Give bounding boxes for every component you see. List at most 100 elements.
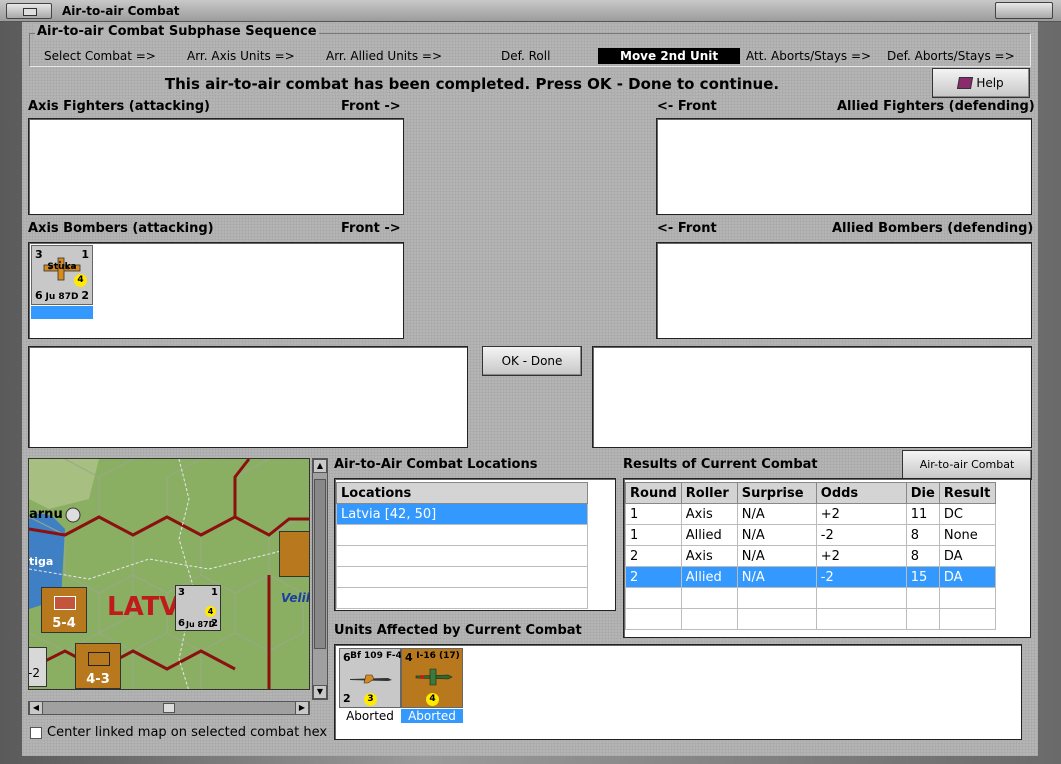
results-table: Round Roller Surprise Odds Die Result 1A… — [625, 482, 996, 630]
locations-header[interactable]: Locations — [336, 482, 588, 504]
affected-unit-i16[interactable]: 4 I-16 (17) 4 — [401, 648, 463, 708]
results-col-odds[interactable]: Odds — [815, 482, 907, 504]
infantry-symbol-icon — [54, 596, 76, 610]
cell-odds: +2 — [815, 503, 907, 525]
infantry-symbol-icon — [88, 652, 110, 666]
map-vertical-scrollbar[interactable]: ▲ ▼ — [312, 458, 328, 700]
air-combat-chart-button[interactable]: Air-to-air Combat Chart — [902, 450, 1032, 499]
results-col-roller[interactable]: Roller — [680, 482, 738, 504]
seq-step-select-combat: Select Combat => — [44, 49, 156, 63]
scroll-down-icon[interactable]: ▼ — [313, 685, 327, 699]
location-row[interactable]: Latvia [42, 50] — [336, 503, 588, 525]
allied-results-text-panel — [592, 346, 1032, 448]
cell-surprise — [736, 608, 817, 630]
map-label-velik: Velik — [281, 591, 309, 605]
map-counter-value: 5-4 — [52, 616, 76, 631]
affected-unit-bf109[interactable]: 6 Bf 109 F-4 2 3 — [339, 648, 402, 708]
cell-result: DA — [938, 566, 996, 588]
map-horizontal-scrollbar[interactable]: ◀ ▶ — [28, 701, 310, 715]
scroll-up-icon[interactable]: ▲ — [313, 459, 327, 473]
unit-circle-value: 4 — [426, 693, 439, 706]
results-row[interactable]: 1 Axis N/A +2 11 DC — [625, 503, 996, 525]
unit-circle-value: 3 — [364, 693, 377, 706]
unit-name: Bf 109 F-4 — [350, 651, 402, 661]
location-row[interactable] — [336, 566, 588, 588]
axis-bomber-unit-counter[interactable]: 3 1 Stuka 4 6 Ju 87D 2 — [31, 245, 93, 305]
map-allied-air-counter[interactable] — [279, 531, 309, 577]
vertical-scroll-thumb[interactable] — [314, 479, 326, 649]
map-label-arnu: arnu — [29, 507, 63, 522]
results-row[interactable]: 2 Axis N/A +2 8 DA — [625, 545, 996, 567]
help-label: Help — [976, 76, 1004, 90]
results-col-result[interactable]: Result — [938, 482, 996, 504]
results-row-selected[interactable]: 2 Allied N/A -2 15 DA — [625, 566, 996, 588]
locations-title: Air-to-Air Combat Locations — [334, 457, 538, 472]
results-list[interactable]: Round Roller Surprise Odds Die Result 1A… — [623, 478, 1031, 638]
results-row[interactable]: 1 Allied N/A -2 8 None — [625, 524, 996, 546]
cell-odds — [815, 608, 907, 630]
results-row[interactable] — [625, 587, 996, 609]
map-counter-value: -2 — [28, 666, 40, 680]
seq-step-arr-allied: Arr. Allied Units => — [326, 49, 443, 63]
axis-fighters-panel[interactable] — [28, 118, 404, 215]
cell-round — [625, 608, 682, 630]
scroll-right-icon[interactable]: ▶ — [295, 701, 309, 715]
map-stuka-counter[interactable]: 3 1 4 6 Ju 87D 2 — [175, 585, 221, 631]
axis-bomber-selection-indicator — [31, 306, 93, 319]
locations-list[interactable]: Locations Latvia [42, 50] — [334, 478, 616, 611]
seq-step-move-2nd-unit: Move 2nd Unit — [598, 48, 741, 64]
map-partial-counter[interactable]: -2 — [28, 647, 47, 687]
help-book-icon — [957, 77, 974, 89]
affected-units-panel[interactable]: 6 Bf 109 F-4 2 3 Aborted 4 I-16 (17) 4 A… — [334, 644, 1022, 740]
location-row[interactable] — [336, 524, 588, 546]
ok-done-button[interactable]: OK - Done — [482, 346, 582, 376]
system-menu-button[interactable] — [6, 3, 52, 19]
axis-results-text-panel — [28, 346, 468, 448]
axis-fighters-label: Axis Fighters (attacking) — [28, 99, 210, 114]
seq-step-arr-axis: Arr. Axis Units => — [187, 49, 295, 63]
unit-subtitle: Stuka — [47, 262, 77, 272]
allied-fighters-front-label: <- Front — [657, 99, 717, 114]
results-col-die[interactable]: Die — [905, 482, 940, 504]
cell-odds — [815, 587, 907, 609]
scroll-left-icon[interactable]: ◀ — [29, 701, 43, 715]
horizontal-scroll-thumb[interactable] — [163, 703, 175, 713]
title-bar: Air-to-air Combat — [0, 0, 1061, 22]
allied-fighters-panel[interactable] — [656, 118, 1032, 215]
status-message: This air-to-air combat has been complete… — [164, 75, 780, 93]
cell-surprise: N/A — [736, 524, 817, 546]
map-allied-corps-counter[interactable]: 5-4 — [41, 587, 87, 633]
map-allied-army-counter[interactable]: 4-3 — [75, 643, 121, 689]
unit-bottom-left-value: 2 — [343, 692, 351, 705]
dialog-client: Air-to-air Combat Subphase Sequence Sele… — [22, 22, 1038, 756]
cell-round: 1 — [625, 503, 682, 525]
allied-bombers-panel[interactable] — [656, 242, 1032, 339]
cell-surprise: N/A — [736, 566, 817, 588]
cell-die — [905, 587, 940, 609]
center-map-checkbox[interactable] — [30, 727, 42, 739]
cell-die: 8 — [905, 545, 940, 567]
results-title: Results of Current Combat — [623, 457, 818, 472]
cell-die: 15 — [905, 566, 940, 588]
unit-bottom-right-value: 2 — [211, 618, 218, 629]
center-map-checkbox-label: Center linked map on selected combat hex — [47, 725, 328, 740]
cell-roller — [680, 587, 738, 609]
axis-bombers-panel[interactable]: 3 1 Stuka 4 6 Ju 87D 2 — [28, 242, 404, 339]
allied-fighters-label: Allied Fighters (defending) — [837, 99, 1035, 114]
unit-top-left-value: 3 — [178, 587, 185, 598]
location-row[interactable] — [336, 587, 588, 609]
window-title: Air-to-air Combat — [62, 4, 180, 18]
sequence-title: Air-to-air Combat Subphase Sequence — [35, 24, 319, 39]
cell-roller: Axis — [680, 503, 738, 525]
results-row[interactable] — [625, 608, 996, 630]
cell-roller — [680, 608, 738, 630]
location-row[interactable] — [336, 545, 588, 567]
cell-result — [938, 608, 996, 630]
close-button[interactable] — [995, 2, 1053, 19]
cell-die: 8 — [905, 524, 940, 546]
linked-map[interactable]: arnu tiga LATV Velik 5-4 4-3 -2 3 1 4 6 … — [28, 458, 310, 690]
results-col-surprise[interactable]: Surprise — [736, 482, 817, 504]
results-col-round[interactable]: Round — [625, 482, 682, 504]
unit-circle-value: 4 — [74, 274, 87, 287]
help-button[interactable]: Help — [932, 68, 1030, 98]
